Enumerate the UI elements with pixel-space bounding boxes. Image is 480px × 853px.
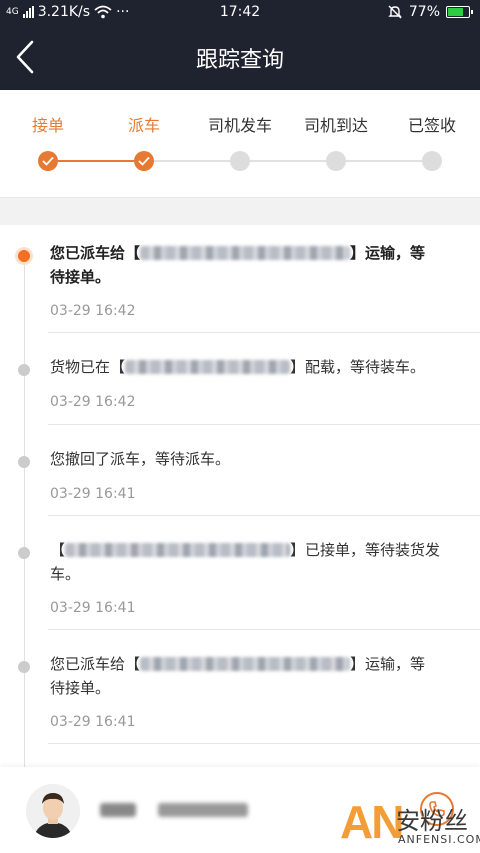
timeline-text: 您已派车给【 】运输，等 待接单。 bbox=[50, 655, 426, 697]
battery-percent: 77% bbox=[408, 4, 440, 20]
timeline-text-post: 配载，等待装车。 bbox=[305, 358, 426, 376]
timeline-text-line2: 待接单。 bbox=[50, 268, 111, 286]
step-dot-driver-arrive bbox=[326, 151, 346, 171]
progress-tracker: 接单 派车 司机发车 司机到达 已签收 bbox=[0, 90, 480, 198]
watermark-en: ANFENSI.COM bbox=[398, 833, 480, 846]
check-icon bbox=[42, 156, 54, 166]
timeline-time: 03-29 16:41 bbox=[50, 714, 136, 730]
timeline-text: 您撤回了派车，等待派车。 bbox=[50, 450, 231, 468]
redacted-text bbox=[65, 543, 291, 557]
timeline-text: 您已派车给【 】运输，等 待接单。 bbox=[50, 244, 426, 286]
divider bbox=[48, 515, 480, 516]
divider bbox=[48, 424, 480, 425]
timeline-bullet bbox=[18, 547, 30, 559]
driver-photo bbox=[26, 784, 80, 838]
timeline-text-post: 运输，等 bbox=[365, 655, 426, 673]
driver-name-redacted bbox=[100, 803, 136, 817]
timeline-text-line2: 车。 bbox=[50, 565, 81, 583]
timeline-time: 03-29 16:42 bbox=[50, 303, 136, 319]
divider bbox=[48, 629, 480, 630]
step-dot-accept bbox=[38, 151, 58, 171]
redacted-text bbox=[140, 657, 351, 671]
watermark-an: AN bbox=[340, 796, 404, 848]
timeline-text-pre: 您已派车给 bbox=[50, 244, 126, 262]
divider bbox=[48, 332, 480, 333]
timeline-text-pre: 货物已在 bbox=[50, 358, 111, 376]
mute-bell-icon bbox=[388, 5, 402, 19]
timeline-text-pre: 您已派车给 bbox=[50, 655, 126, 673]
timeline-time: 03-29 16:41 bbox=[50, 486, 136, 502]
check-icon bbox=[138, 156, 150, 166]
progress-line-4 bbox=[346, 160, 422, 162]
redacted-text bbox=[125, 360, 291, 374]
progress-line-2 bbox=[154, 160, 230, 162]
watermark-logo: AN 安粉丝 ANFENSI.COM bbox=[340, 795, 480, 853]
status-right: 77% bbox=[387, 4, 473, 20]
tracking-timeline: 您已派车给【 】运输，等 待接单。 03-29 16:42 货物已在【 】配载，等待… bbox=[0, 225, 480, 767]
timeline-text-post: 已接单，等待装货发 bbox=[305, 541, 441, 559]
app-header: 跟踪查询 bbox=[0, 24, 480, 90]
timeline-text-line2: 待接单。 bbox=[50, 679, 111, 697]
step-dot-signed bbox=[422, 151, 442, 171]
timeline-time: 03-29 16:41 bbox=[50, 600, 136, 616]
step-dot-driver-depart bbox=[230, 151, 250, 171]
progress-line-3 bbox=[250, 160, 326, 162]
timeline-bullet bbox=[18, 364, 30, 376]
avatar bbox=[26, 784, 80, 838]
step-label-driver-depart: 司机发车 bbox=[207, 116, 272, 135]
timeline-bullet bbox=[18, 661, 30, 673]
divider bbox=[48, 743, 480, 744]
step-label-signed: 已签收 bbox=[407, 116, 456, 135]
status-bar: 4G 3.21K/s ··· 17:42 77% bbox=[0, 0, 480, 24]
timeline-time: 03-29 16:42 bbox=[50, 394, 136, 410]
step-label-dispatch: 派车 bbox=[127, 116, 160, 135]
timeline-rail bbox=[24, 255, 25, 767]
timeline-bullet bbox=[18, 456, 30, 468]
battery-icon bbox=[446, 6, 473, 18]
redacted-text bbox=[140, 246, 351, 260]
timeline-text: 货物已在【 】配载，等待装车。 bbox=[50, 358, 426, 376]
timeline-bullet-current bbox=[18, 250, 30, 262]
watermark-cn: 安粉丝 bbox=[396, 807, 468, 835]
driver-phone-redacted bbox=[158, 803, 248, 817]
timeline-text-post: 运输，等 bbox=[365, 244, 426, 262]
step-label-driver-arrive: 司机到达 bbox=[303, 116, 368, 135]
page-title: 跟踪查询 bbox=[195, 48, 284, 73]
timeline-text: 【】已接单，等待装货发 车。 bbox=[50, 541, 441, 583]
step-label-accept: 接单 bbox=[31, 116, 64, 135]
progress-line-1 bbox=[58, 160, 134, 162]
step-dot-dispatch bbox=[134, 151, 154, 171]
